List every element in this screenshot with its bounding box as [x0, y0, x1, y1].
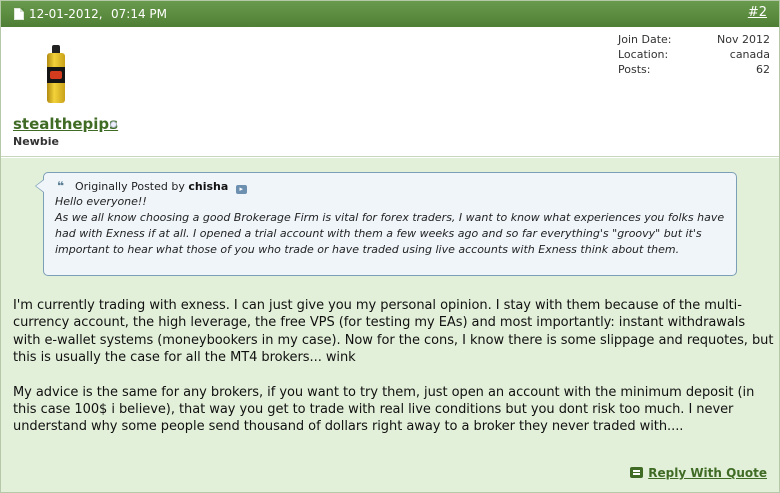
quote-author: chisha — [188, 180, 229, 193]
stat-posts: Posts: 62 — [618, 63, 770, 78]
avatar[interactable] — [47, 45, 65, 103]
user-stats: Join Date: Nov 2012 Location: canada Pos… — [618, 33, 770, 78]
post-document-icon — [14, 8, 24, 20]
message-paragraph: I'm currently trading with exness. I can… — [13, 298, 774, 366]
stat-label: Location: — [618, 48, 669, 61]
post-time: 07:14 PM — [111, 7, 167, 21]
stat-value: canada — [729, 48, 770, 61]
user-info-panel: stealthepips Newbie Join Date: Nov 2012 … — [1, 27, 779, 157]
message-body: I'm currently trading with exness. I can… — [13, 297, 775, 453]
post-header: 12-01-2012, 07:14 PM #2 — [1, 1, 779, 27]
message-paragraph: My advice is the same for any brokers, i… — [13, 384, 755, 435]
stat-value: 62 — [756, 63, 770, 76]
stat-join-date: Join Date: Nov 2012 — [618, 33, 770, 48]
quote-line: As we all know choosing a good Brokerage… — [55, 211, 725, 256]
forum-post: 12-01-2012, 07:14 PM #2 stealthepips New… — [0, 0, 780, 493]
quote-header: ❝ Originally Posted by chisha ▸ — [57, 179, 247, 194]
reply-quote-icon — [630, 467, 644, 478]
quote-body: Hello everyone!! As we all know choosing… — [55, 194, 727, 258]
reply-with-quote-label: Reply With Quote — [648, 466, 767, 480]
post-date: 12-01-2012, — [29, 7, 103, 21]
stat-label: Posts: — [618, 63, 651, 76]
post-number-link[interactable]: #2 — [748, 5, 767, 20]
offline-status-icon — [110, 121, 117, 128]
post-content: ❝ Originally Posted by chisha ▸ Hello eve… — [1, 158, 779, 492]
reply-with-quote-button[interactable]: Reply With Quote — [630, 466, 767, 480]
username-link[interactable]: stealthepips — [13, 115, 118, 133]
quote-prefix: Originally Posted by — [75, 180, 185, 193]
user-title: Newbie — [13, 135, 59, 148]
quote-block: ❝ Originally Posted by chisha ▸ Hello eve… — [35, 172, 737, 276]
quote-icon: ❝ — [57, 179, 64, 193]
view-post-icon[interactable]: ▸ — [235, 185, 247, 194]
stat-value: Nov 2012 — [717, 33, 770, 46]
stat-label: Join Date: — [618, 33, 672, 46]
quote-line: Hello everyone!! — [55, 195, 147, 208]
stat-location: Location: canada — [618, 48, 770, 63]
